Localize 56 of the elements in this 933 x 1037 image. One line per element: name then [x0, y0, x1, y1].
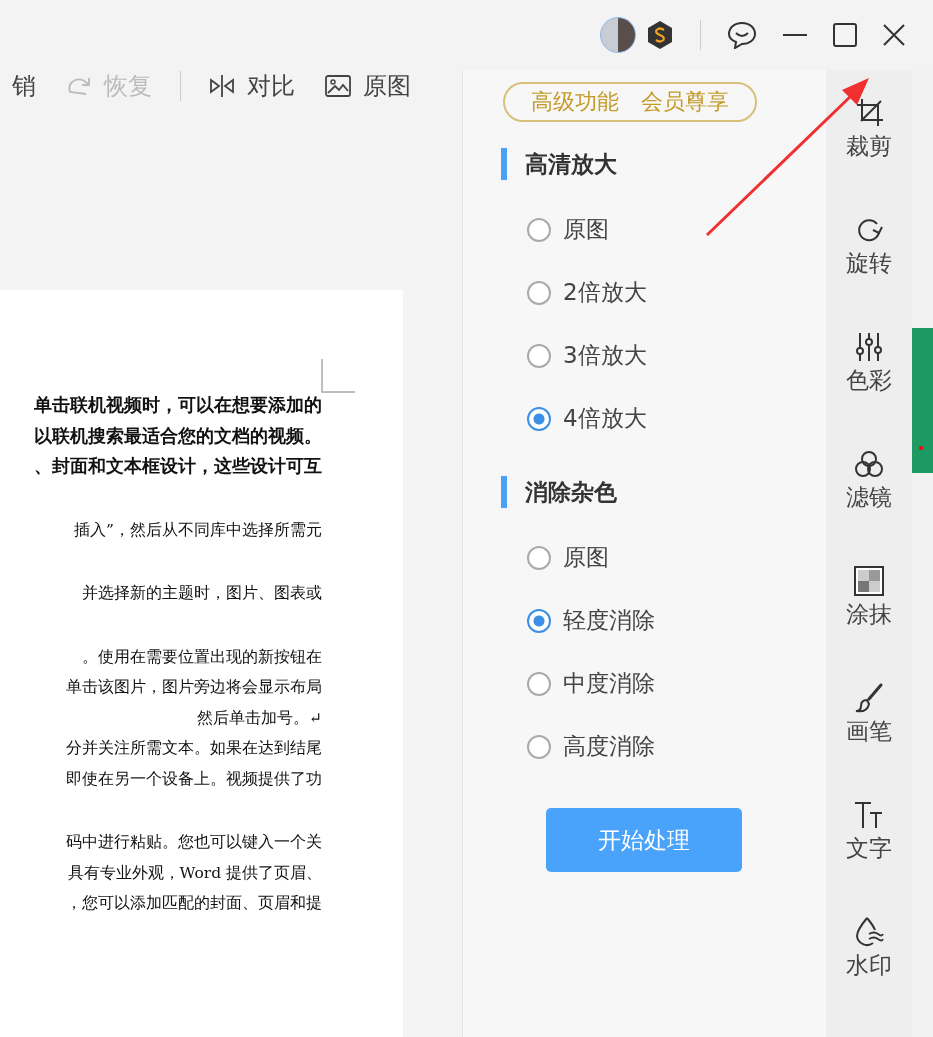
document-text-line: 即使在另一个设备上。视频提供了功	[66, 768, 322, 790]
chat-icon[interactable]	[727, 21, 757, 49]
original-button[interactable]: 原图	[325, 70, 411, 102]
radio-option[interactable]: 2倍放大	[501, 261, 826, 324]
radio-option[interactable]: 中度消除	[501, 652, 826, 715]
compare-icon	[209, 74, 235, 98]
text-tool[interactable]: 文字	[846, 769, 892, 889]
document-text-line: 具有专业外观，Word 提供了页眉、	[67, 862, 322, 884]
maximize-icon[interactable]	[833, 23, 857, 47]
radio-button[interactable]	[527, 406, 551, 431]
radio-button[interactable]	[527, 217, 551, 242]
watermark-tool[interactable]: 水印	[846, 886, 892, 1006]
dot-mark	[919, 446, 923, 450]
smear-tool[interactable]: 涂抹	[846, 535, 892, 655]
avatar-icon[interactable]	[600, 17, 636, 53]
radio-option[interactable]: 高度消除	[501, 715, 826, 778]
radio-button[interactable]	[527, 608, 551, 633]
document-text-line: 分并关注所需文本。如果在达到结尾	[66, 738, 322, 759]
crop-tool[interactable]: 裁剪	[846, 67, 892, 187]
close-icon[interactable]	[883, 24, 905, 46]
radio-button[interactable]	[527, 545, 551, 570]
radio-button[interactable]	[527, 280, 551, 305]
document-text-line: 然后单击加号。↵	[197, 707, 322, 729]
smear-icon	[853, 565, 885, 597]
compare-button[interactable]: 对比	[209, 70, 295, 102]
brush-tool[interactable]: 画笔	[846, 652, 892, 772]
document-text-line: 单击该图片，图片旁边将会显示布局	[66, 677, 322, 698]
radio-button[interactable]	[527, 343, 551, 368]
brush-icon	[853, 682, 885, 714]
radio-button[interactable]	[527, 734, 551, 759]
document-text-line: ，您可以添加匹配的封面、页眉和提	[66, 893, 322, 914]
document-text-line: 。使用在需要位置出现的新按钮在	[82, 646, 322, 668]
document-text-line: 并选择新的主题时，图片、图表或	[82, 583, 322, 604]
radio-button[interactable]	[527, 671, 551, 696]
hexagon-logo-icon[interactable]	[646, 20, 674, 50]
watermark-icon	[853, 916, 885, 948]
radio-option[interactable]: 3倍放大	[501, 324, 826, 387]
radio-option[interactable]: 原图	[501, 198, 826, 261]
color-icon	[853, 331, 885, 363]
text-icon	[853, 799, 885, 831]
document-text-line: 插入”，然后从不同库中选择所需元	[74, 519, 322, 541]
radio-option[interactable]: 原图	[501, 526, 826, 589]
document-text-line: 以联机搜索最适合您的文档的视频。	[34, 423, 322, 448]
filter-icon	[853, 448, 885, 480]
margin-corner-mark	[321, 359, 355, 393]
document-text-line: 单击联机视频时，可以在想要添加的	[34, 393, 322, 417]
filter-tool[interactable]: 滤镜	[846, 418, 892, 538]
original-icon	[325, 74, 351, 98]
minimize-icon[interactable]	[783, 33, 807, 37]
document-text-line: 、封面和文本框设计，这些设计可互	[34, 454, 322, 478]
radio-option[interactable]: 轻度消除	[501, 589, 826, 652]
color-tool[interactable]: 色彩	[846, 301, 892, 421]
undo-button[interactable]: 销	[12, 70, 36, 102]
document-text-line: 码中进行粘贴。您也可以键入一个关	[66, 832, 322, 853]
radio-option[interactable]: 4倍放大	[501, 387, 826, 450]
rotate-tool[interactable]: 旋转	[846, 184, 892, 304]
